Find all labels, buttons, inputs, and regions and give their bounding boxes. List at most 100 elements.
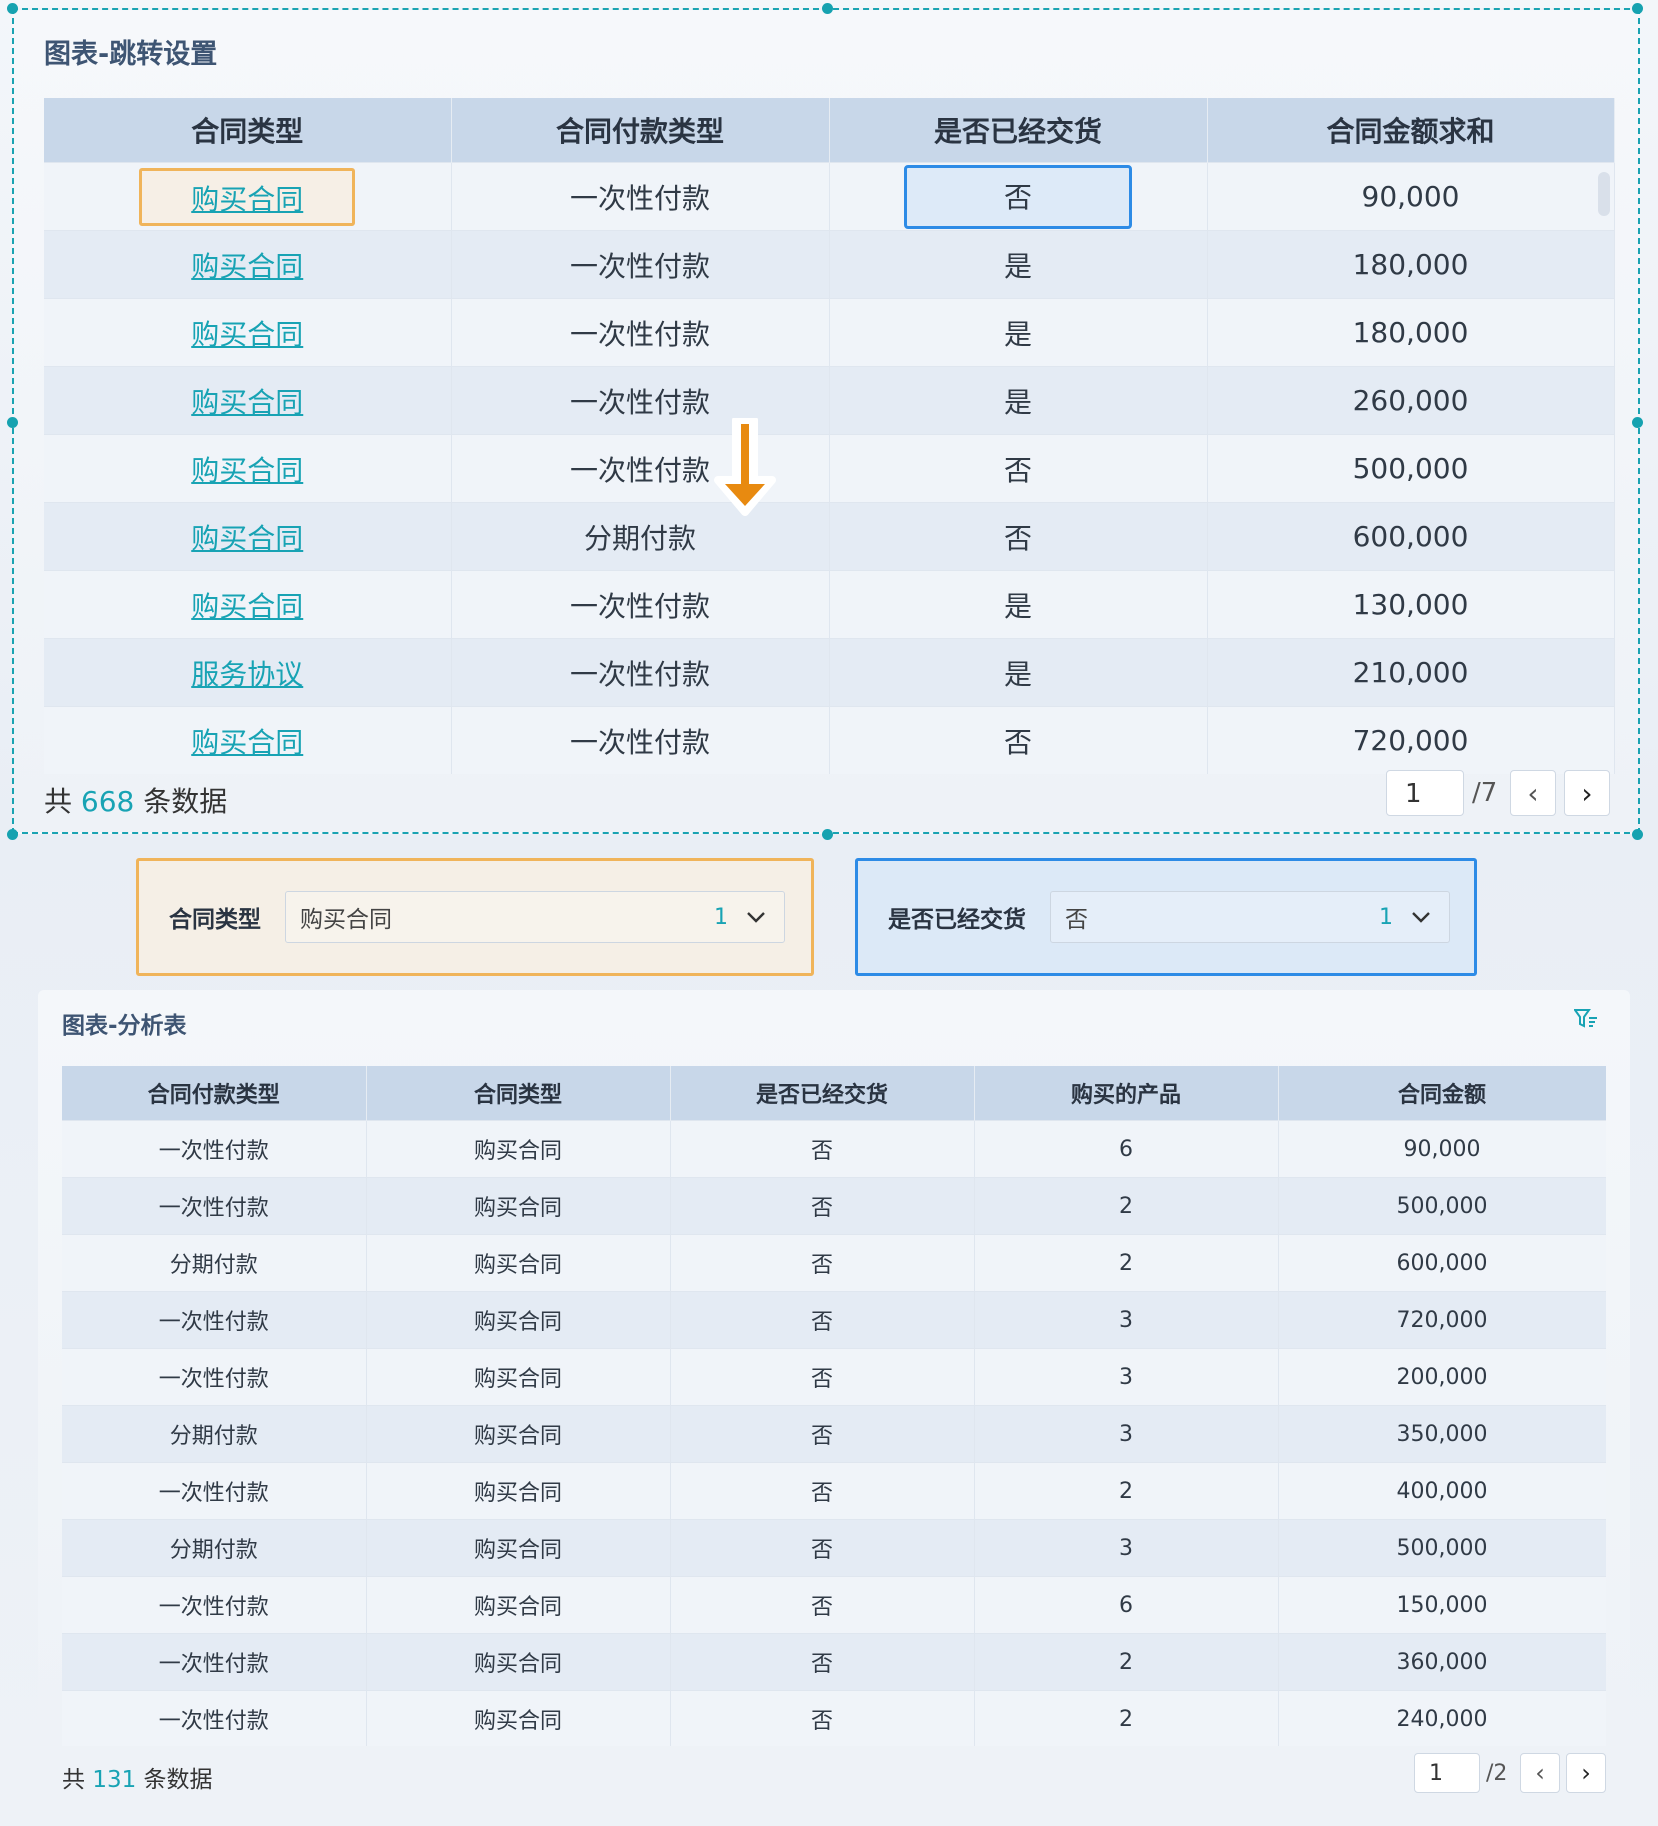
- contract-type-select[interactable]: 购买合同 1: [285, 891, 785, 943]
- page-input[interactable]: 1: [1414, 1753, 1480, 1793]
- scrollbar-thumb[interactable]: [1598, 172, 1610, 216]
- table-cell: 购买合同: [366, 1120, 671, 1178]
- table-row[interactable]: 分期付款 购买合同否 3 500,000: [62, 1519, 1606, 1577]
- table-row[interactable]: 购买合同 分期付款 否 600,000: [44, 502, 1615, 571]
- table-cell[interactable]: 130,000: [1207, 570, 1615, 639]
- table-cell[interactable]: 是: [829, 230, 1208, 299]
- table-cell: 分期付款: [62, 1234, 367, 1292]
- column-header[interactable]: 合同类型: [366, 1066, 671, 1121]
- contract-type-link[interactable]: 购买合同: [191, 183, 303, 216]
- next-page-button[interactable]: ›: [1566, 1753, 1606, 1793]
- table-cell: 购买合同: [366, 1462, 671, 1520]
- table-cell[interactable]: 否: [829, 434, 1208, 503]
- table-row[interactable]: 一次性付款 购买合同否 3 200,000: [62, 1348, 1606, 1406]
- table-cell: 否: [670, 1405, 975, 1463]
- column-header[interactable]: 合同金额: [1278, 1066, 1606, 1121]
- table-cell: 否: [670, 1519, 975, 1577]
- table-row[interactable]: 服务协议 一次性付款 是 210,000: [44, 638, 1615, 707]
- delivered-select[interactable]: 否 1: [1050, 891, 1450, 943]
- analysis-table-wrapper[interactable]: 合同付款类型 合同类型 是否已经交货 购买的产品 合同金额 一次性付款 购买合同否…: [62, 1066, 1606, 1746]
- table-cell[interactable]: 一次性付款: [451, 706, 830, 774]
- next-page-button[interactable]: ›: [1564, 770, 1610, 816]
- table-row[interactable]: 购买合同 一次性付款 是 130,000: [44, 570, 1615, 639]
- resize-handle[interactable]: [822, 829, 833, 840]
- table-cell[interactable]: 600,000: [1207, 502, 1615, 571]
- table-cell[interactable]: 是: [829, 298, 1208, 367]
- contract-type-link[interactable]: 购买合同: [191, 522, 303, 555]
- resize-handle[interactable]: [7, 829, 18, 840]
- resize-handle[interactable]: [7, 3, 18, 14]
- table-row[interactable]: 一次性付款 购买合同否 2 360,000: [62, 1633, 1606, 1691]
- column-header[interactable]: 合同类型: [44, 98, 452, 163]
- table-row[interactable]: 一次性付款 购买合同否 2 500,000: [62, 1177, 1606, 1235]
- table-cell[interactable]: 180,000: [1207, 230, 1615, 299]
- table-row[interactable]: 一次性付款 购买合同否 3 720,000: [62, 1291, 1606, 1349]
- table-cell[interactable]: 720,000: [1207, 706, 1615, 774]
- table-cell[interactable]: 一次性付款: [451, 162, 830, 231]
- table-cell[interactable]: 否: [829, 502, 1208, 571]
- table-row[interactable]: 分期付款 购买合同否 2 600,000: [62, 1234, 1606, 1292]
- table-row[interactable]: 购买合同 一次性付款 是 260,000: [44, 366, 1615, 435]
- resize-handle[interactable]: [822, 3, 833, 14]
- table-cell[interactable]: 是: [829, 638, 1208, 707]
- column-header[interactable]: 是否已经交货: [670, 1066, 975, 1121]
- page-total: /7: [1472, 778, 1498, 808]
- table-cell[interactable]: 90,000: [1207, 162, 1615, 231]
- table-row[interactable]: 购买合同 一次性付款 是 180,000: [44, 298, 1615, 367]
- table-row[interactable]: 分期付款 购买合同否 3 350,000: [62, 1405, 1606, 1463]
- prev-page-button[interactable]: ‹: [1520, 1753, 1560, 1793]
- highlighted-cell[interactable]: 否: [904, 164, 1132, 229]
- table-cell[interactable]: 260,000: [1207, 366, 1615, 435]
- table-row[interactable]: 购买合同 一次性付款 是 180,000: [44, 230, 1615, 299]
- contract-type-link[interactable]: 购买合同: [191, 726, 303, 759]
- table-cell[interactable]: 一次性付款: [451, 638, 830, 707]
- table-cell[interactable]: 否: [829, 162, 1208, 231]
- table-cell[interactable]: 500,000: [1207, 434, 1615, 503]
- table-cell[interactable]: 一次性付款: [451, 570, 830, 639]
- table-row[interactable]: 一次性付款 购买合同否 2 240,000: [62, 1690, 1606, 1746]
- table-cell[interactable]: 一次性付款: [451, 230, 830, 299]
- table-row[interactable]: 购买合同 一次性付款 否 500,000: [44, 434, 1615, 503]
- contract-type-filter[interactable]: 合同类型 购买合同 1: [136, 858, 814, 976]
- table-cell[interactable]: 是: [829, 366, 1208, 435]
- table-row[interactable]: 一次性付款 购买合同否 6 90,000: [62, 1120, 1606, 1178]
- table-header-row: 合同付款类型 合同类型 是否已经交货 购买的产品 合同金额: [62, 1066, 1606, 1121]
- table-cell[interactable]: 一次性付款: [451, 298, 830, 367]
- cell-text: 130,000: [1352, 588, 1469, 621]
- cell-text: 260,000: [1352, 384, 1469, 417]
- table-cell: 购买合同: [44, 570, 452, 639]
- highlighted-cell[interactable]: 购买合同: [139, 167, 356, 226]
- column-header[interactable]: 购买的产品: [974, 1066, 1279, 1121]
- page-total: /2: [1486, 1760, 1508, 1786]
- resize-handle[interactable]: [1632, 417, 1643, 428]
- cell-text: 一次性付款: [569, 725, 710, 759]
- resize-handle[interactable]: [1632, 829, 1643, 840]
- delivered-filter[interactable]: 是否已经交货 否 1: [855, 858, 1477, 976]
- table-cell[interactable]: 210,000: [1207, 638, 1615, 707]
- column-header[interactable]: 合同付款类型: [62, 1066, 367, 1121]
- table-row[interactable]: 一次性付款 购买合同否 2 400,000: [62, 1462, 1606, 1520]
- table-cell[interactable]: 是: [829, 570, 1208, 639]
- column-header[interactable]: 合同付款类型: [451, 98, 830, 163]
- column-header[interactable]: 是否已经交货: [829, 98, 1208, 163]
- resize-handle[interactable]: [1632, 3, 1643, 14]
- contract-type-link[interactable]: 购买合同: [191, 590, 303, 623]
- contract-type-link[interactable]: 购买合同: [191, 250, 303, 283]
- contract-type-link[interactable]: 购买合同: [191, 386, 303, 419]
- table-row[interactable]: 购买合同 一次性付款 否 90,000: [44, 162, 1615, 231]
- filter-icon[interactable]: [1574, 1008, 1598, 1030]
- table-row[interactable]: 购买合同 一次性付款 否 720,000: [44, 706, 1615, 774]
- table-cell[interactable]: 否: [829, 706, 1208, 774]
- prev-page-button[interactable]: ‹: [1510, 770, 1556, 816]
- jump-settings-card[interactable]: 图表-跳转设置 合同类型 合同付款类型 是否已经交货 合同金额求和 购买合同 一次…: [7, 3, 1643, 840]
- cell-text: 180,000: [1352, 248, 1469, 281]
- page-input[interactable]: 1: [1386, 770, 1464, 816]
- contract-type-link[interactable]: 服务协议: [191, 658, 303, 691]
- table-row[interactable]: 一次性付款 购买合同否 6 150,000: [62, 1576, 1606, 1634]
- column-header[interactable]: 合同金额求和: [1207, 98, 1615, 163]
- contract-type-link[interactable]: 购买合同: [191, 318, 303, 351]
- table-cell[interactable]: 180,000: [1207, 298, 1615, 367]
- cell-text: 90,000: [1361, 180, 1460, 213]
- resize-handle[interactable]: [7, 417, 18, 428]
- contract-type-link[interactable]: 购买合同: [191, 454, 303, 487]
